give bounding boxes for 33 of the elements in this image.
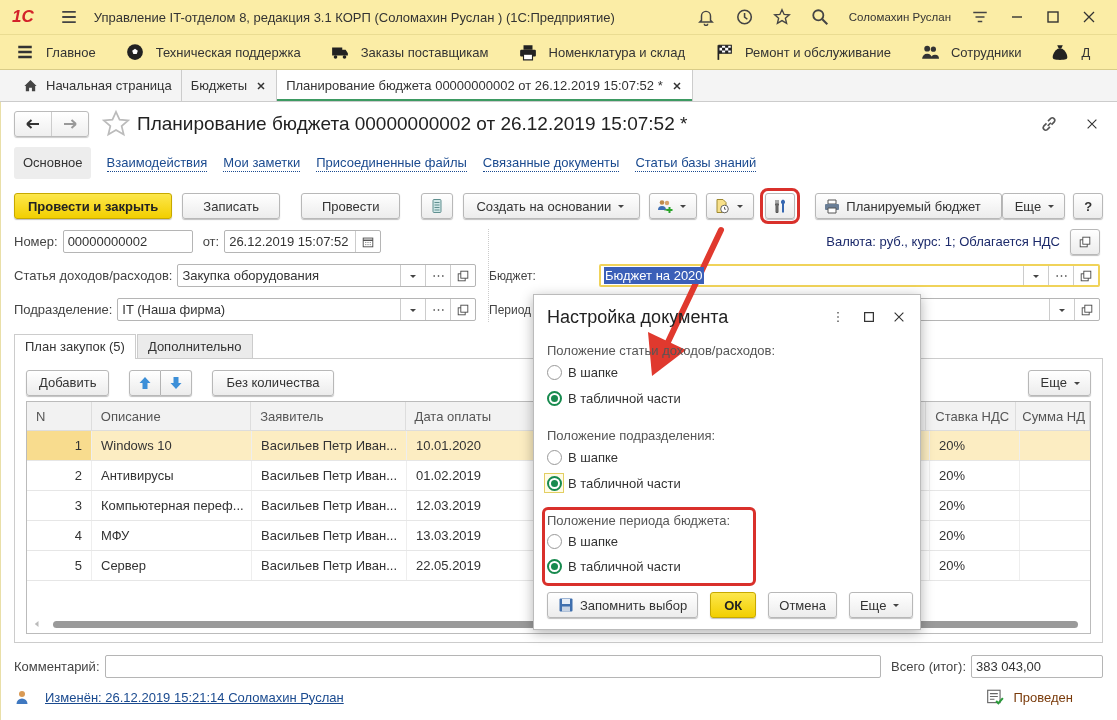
field-label: Бюджет:: [489, 268, 537, 283]
table-cell: Васильев Петр Иван...: [252, 551, 407, 580]
table-cell: 5: [27, 551, 92, 580]
field-label: Статья доходов/расходов:: [14, 268, 173, 283]
currency-note: Валюта: руб., курс: 1; Облагается НДС: [826, 234, 1060, 249]
table-cell: Васильев Петр Иван...: [252, 461, 407, 490]
field-label: Всего (итог):: [891, 659, 966, 674]
field-label: Номер:: [14, 234, 58, 249]
table-cell: Антивирусы: [92, 461, 252, 490]
field-label: Комментарий:: [14, 659, 100, 674]
table-cell: 20%: [930, 461, 1020, 490]
table-cell: 20%: [930, 551, 1020, 580]
table-cell: Сервер: [92, 551, 252, 580]
table-cell: Васильев Петр Иван...: [252, 521, 407, 550]
table-cell: 20%: [930, 521, 1020, 550]
logo: 1С: [12, 7, 34, 27]
table-cell: 3: [27, 491, 92, 520]
form-title: Планирование бюджета 00000000002 от 26.12.2019 15:07:52 *: [137, 113, 688, 135]
field-label: от:: [202, 234, 220, 249]
table-cell: МФУ: [92, 521, 252, 550]
table-cell: 1: [27, 431, 92, 460]
table-cell: 20%: [930, 491, 1020, 520]
field-label: Период: [489, 302, 533, 317]
table-cell: Windows 10: [92, 431, 252, 460]
table-cell: 4: [27, 521, 92, 550]
table-cell: 20%: [930, 431, 1020, 460]
table-cell: Компьютерная переф...: [92, 491, 252, 520]
field-label: Подразделение:: [14, 302, 113, 317]
window-title: Управление IT-отделом 8, редакция 3.1 КОРП (Соломахин Руслан ) (1С:Предприятие): [93, 9, 615, 25]
table-cell: Васильев Петр Иван...: [252, 431, 407, 460]
table-cell: Васильев Петр Иван...: [252, 491, 407, 520]
posted-status: Проведен: [1013, 689, 1073, 705]
table-cell: 2: [27, 461, 92, 490]
